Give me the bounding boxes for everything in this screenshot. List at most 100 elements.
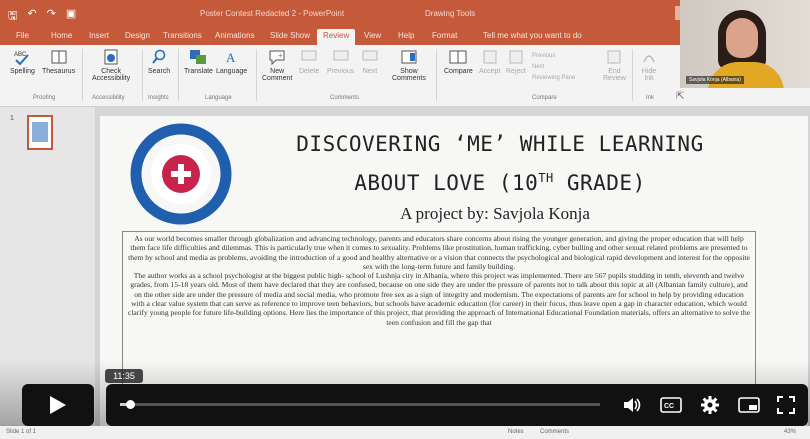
- webcam-overlay: Savjola Konja (Albania): [680, 0, 810, 88]
- accept-button[interactable]: Accept: [479, 49, 500, 75]
- accept-icon: [483, 50, 497, 64]
- tell-me-search[interactable]: Tell me what you want to do: [483, 31, 582, 40]
- mouse-cursor-icon: ⇱: [676, 91, 685, 102]
- next-label: Next: [362, 68, 378, 75]
- undo-icon[interactable]: ↶: [27, 7, 36, 26]
- search-icon: [152, 49, 166, 64]
- tab-insert[interactable]: Insert: [89, 31, 109, 40]
- new-comment-button[interactable]: + New Comment: [262, 49, 292, 82]
- reject-icon: [509, 50, 523, 64]
- hide-ink-button[interactable]: Hide Ink: [640, 49, 658, 82]
- volume-button[interactable]: [620, 393, 644, 417]
- thesaurus-label: Thesaurus: [42, 68, 76, 75]
- powerpoint-window: 🖫 ↶ ↷ ▣ Poster Contest Redacted 2 - Powe…: [0, 0, 810, 439]
- spelling-label: Spelling: [10, 68, 35, 75]
- next-change-button[interactable]: Next: [532, 62, 575, 73]
- captions-button[interactable]: CC: [659, 393, 683, 417]
- notes-button[interactable]: Notes: [508, 429, 524, 435]
- reviewing-pane-button[interactable]: Reviewing Pane: [532, 73, 575, 84]
- title-line-2-post: GRADE): [553, 171, 646, 195]
- show-comments-label-1: Show: [400, 68, 418, 75]
- reject-button[interactable]: Reject: [506, 49, 526, 75]
- check-accessibility-label-1: Check: [101, 68, 121, 75]
- delete-label: Delete: [299, 68, 320, 75]
- redo-icon[interactable]: ↷: [47, 7, 56, 26]
- title-superscript: TH: [538, 171, 554, 185]
- new-comment-icon: +: [269, 50, 285, 65]
- drawing-tools-label: Drawing Tools: [425, 9, 476, 18]
- settings-button[interactable]: [698, 393, 722, 417]
- picture-in-picture-icon: [738, 397, 760, 413]
- svg-text:+: +: [278, 51, 283, 60]
- hide-ink-label-1: Hide: [641, 68, 657, 75]
- compare-button[interactable]: Compare: [444, 49, 473, 75]
- slide-title-line-2: ABOUT LOVE (10TH GRADE): [240, 161, 760, 200]
- translate-button[interactable]: Translate: [184, 49, 213, 75]
- previous-comment-button[interactable]: Previous: [327, 49, 354, 75]
- previous-label: Previous: [327, 68, 355, 75]
- tab-animations[interactable]: Animations: [215, 31, 255, 40]
- tab-view[interactable]: View: [364, 31, 381, 40]
- slide-subtitle: A project by: Savjola Konja: [400, 204, 590, 223]
- play-icon: [50, 396, 66, 414]
- end-review-icon: [607, 50, 621, 64]
- show-comments-icon: [401, 50, 417, 64]
- previous-change-button[interactable]: Previous: [532, 51, 575, 62]
- progress-handle[interactable]: [125, 400, 135, 409]
- picture-in-picture-button[interactable]: [737, 393, 761, 417]
- save-icon[interactable]: 🖫: [8, 7, 17, 26]
- tab-format[interactable]: Format: [432, 31, 457, 40]
- document-title: Poster Contest Redacted 2 - PowerPoint: [200, 9, 345, 18]
- time-tooltip: 11:35: [105, 369, 143, 383]
- previous-comment-icon: [333, 50, 349, 61]
- delete-comment-button[interactable]: Delete: [299, 49, 319, 75]
- check-accessibility-button[interactable]: Check Accessibility: [92, 49, 130, 82]
- presenter-name: Savjola Konja (Albania): [686, 76, 744, 84]
- comments-status-button[interactable]: Comments: [540, 429, 569, 435]
- thesaurus-icon: [51, 50, 67, 64]
- fullscreen-button[interactable]: [774, 393, 798, 417]
- next-comment-icon: [362, 50, 378, 61]
- delete-comment-icon: [301, 50, 317, 61]
- change-navigation: Previous Next Reviewing Pane: [532, 51, 575, 84]
- group-divider: [142, 49, 143, 101]
- tab-home[interactable]: Home: [51, 31, 72, 40]
- spelling-icon: ABC: [14, 52, 30, 65]
- group-divider: [436, 49, 437, 101]
- zoom-level[interactable]: 43%: [784, 429, 796, 435]
- tab-file[interactable]: File: [16, 31, 29, 40]
- language-button[interactable]: A Language: [216, 49, 247, 75]
- slide-title: DISCOVERING ‘ME’ WHILE LEARNING ABOUT LO…: [240, 127, 760, 200]
- search-button[interactable]: Search: [148, 49, 170, 75]
- group-divider: [632, 49, 633, 101]
- play-button[interactable]: [22, 384, 94, 426]
- tab-design[interactable]: Design: [125, 31, 150, 40]
- proofing-group-label: Proofing: [33, 95, 56, 101]
- spelling-button[interactable]: ABC Spelling: [10, 49, 35, 75]
- thesaurus-button[interactable]: Thesaurus: [42, 49, 75, 75]
- show-comments-button[interactable]: Show Comments: [392, 49, 426, 82]
- tab-review[interactable]: Review: [317, 29, 356, 45]
- end-review-button[interactable]: End Review: [603, 49, 626, 82]
- thumbnail-preview: [32, 122, 48, 142]
- check-accessibility-label-2: Accessibility: [92, 75, 131, 82]
- tab-help[interactable]: Help: [398, 31, 414, 40]
- show-comments-label-2: Comments: [392, 75, 426, 82]
- slide-thumbnail[interactable]: [27, 115, 53, 150]
- accessibility-group-label: Accessibility: [92, 95, 125, 101]
- language-group-label: Language: [205, 95, 232, 101]
- group-divider: [256, 49, 257, 101]
- present-icon[interactable]: ▣: [66, 7, 76, 26]
- progress-bar[interactable]: [120, 400, 600, 409]
- svg-text:A: A: [226, 50, 236, 65]
- paragraph-2: The author works as a school psychologis…: [127, 271, 751, 327]
- compare-group-label: Compare: [532, 95, 557, 101]
- thumbnail-number: 1: [10, 115, 14, 122]
- tab-transitions[interactable]: Transitions: [163, 31, 202, 40]
- accessibility-icon: [104, 49, 118, 65]
- next-comment-button[interactable]: Next: [361, 49, 379, 75]
- logo-icon: [130, 123, 232, 225]
- reject-label: Reject: [506, 68, 526, 75]
- tab-slide-show[interactable]: Slide Show: [270, 31, 310, 40]
- end-review-label-2: Review: [603, 75, 626, 82]
